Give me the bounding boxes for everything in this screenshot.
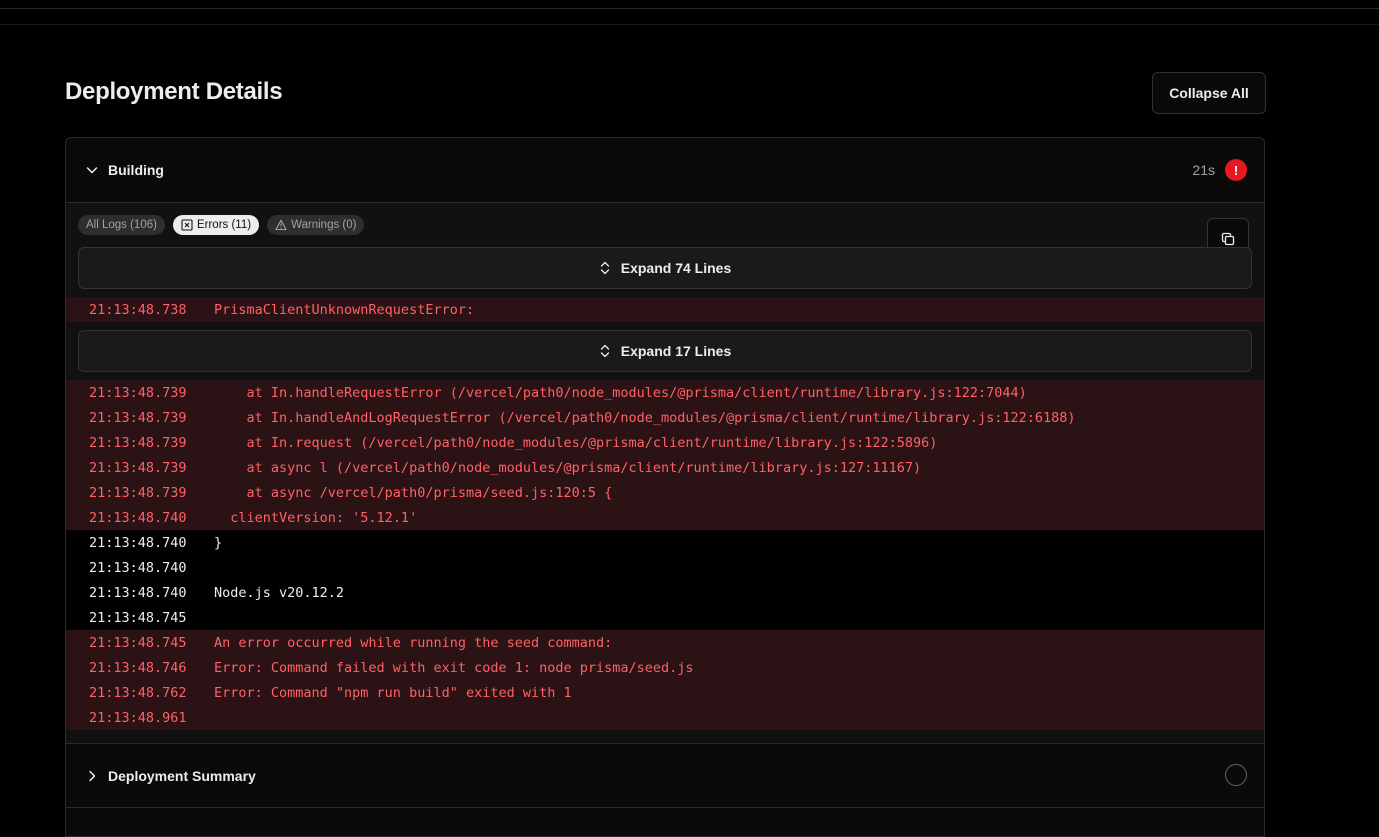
filter-warnings-label: Warnings (0)	[291, 219, 357, 231]
filter-all-logs-label: All Logs (106)	[86, 219, 157, 231]
log-message: at In.handleAndLogRequestError (/vercel/…	[214, 409, 1076, 426]
log-timestamp: 21:13:48.739	[89, 384, 187, 401]
log-line: 21:13:48.740 Node.js v20.12.2	[66, 580, 1264, 605]
log-timestamp: 21:13:48.740	[89, 509, 187, 526]
log-message: clientVersion: '5.12.1'	[214, 509, 418, 526]
copy-icon	[1221, 232, 1235, 246]
building-label: Building	[108, 162, 164, 178]
log-timestamp: 21:13:48.961	[89, 709, 187, 726]
log-message: Node.js v20.12.2	[214, 584, 345, 601]
log-line: 21:13:48.739 at In.handleAndLogRequestEr…	[66, 405, 1264, 430]
log-line: 21:13:48.745	[66, 605, 1264, 630]
log-timestamp: 21:13:48.740	[89, 534, 187, 551]
log-line: 21:13:48.961	[66, 705, 1264, 730]
x-square-icon	[181, 219, 193, 231]
expand-vertical-icon	[600, 344, 609, 358]
log-line: 21:13:48.745 An error occurred while run…	[66, 630, 1264, 655]
filter-errors-label: Errors (11)	[196, 219, 252, 231]
log-message: Error: Command failed with exit code 1: …	[214, 659, 694, 676]
error-status-icon: !	[1225, 159, 1247, 181]
expand-lines-button-mid[interactable]: Expand 17 Lines	[78, 330, 1252, 372]
log-timestamp: 21:13:48.740	[89, 559, 187, 576]
log-line: 21:13:48.739 at async l (/vercel/path0/n…	[66, 455, 1264, 480]
log-line: 21:13:48.746 Error: Command failed with …	[66, 655, 1264, 680]
deployment-summary-header[interactable]: Deployment Summary	[66, 743, 1264, 808]
deployment-details-panel: Building 21s ! All Logs (106) Errors (11…	[65, 137, 1265, 837]
expand-lines-button-top[interactable]: Expand 74 Lines	[78, 247, 1252, 289]
log-timestamp: 21:13:48.739	[89, 459, 187, 476]
warning-triangle-icon	[275, 219, 287, 231]
expand-vertical-icon	[600, 261, 609, 275]
log-timestamp: 21:13:48.739	[89, 434, 187, 451]
log-message: at In.handleRequestError (/vercel/path0/…	[214, 384, 1027, 401]
log-timestamp: 21:13:48.740	[89, 584, 187, 601]
log-message: Error: Command "npm run build" exited wi…	[214, 684, 572, 701]
top-divider-secondary	[0, 24, 1379, 25]
pending-status-icon	[1225, 764, 1247, 786]
build-logs: All Logs (106) Errors (11) Warnings (0)	[66, 203, 1264, 743]
log-line: 21:13:48.738 PrismaClientUnknownRequestE…	[66, 297, 1264, 322]
filter-warnings[interactable]: Warnings (0)	[267, 215, 365, 235]
log-message: }	[214, 534, 223, 551]
log-timestamp: 21:13:48.739	[89, 484, 187, 501]
log-line: 21:13:48.739 at In.request (/vercel/path…	[66, 430, 1264, 455]
log-timestamp: 21:13:48.745	[89, 609, 187, 626]
log-line: 21:13:48.740 }	[66, 530, 1264, 555]
log-timestamp: 21:13:48.746	[89, 659, 187, 676]
log-filters: All Logs (106) Errors (11) Warnings (0)	[78, 215, 365, 235]
log-message: at async /vercel/path0/prisma/seed.js:12…	[214, 484, 613, 501]
chevron-down-icon	[86, 167, 98, 174]
log-line: 21:13:48.739 at async /vercel/path0/pris…	[66, 480, 1264, 505]
log-timestamp: 21:13:48.738	[89, 301, 187, 318]
building-section-header[interactable]: Building 21s !	[66, 138, 1264, 203]
collapse-all-button[interactable]: Collapse All	[1152, 72, 1266, 114]
log-line: 21:13:48.739 at In.handleRequestError (/…	[66, 380, 1264, 405]
log-message: at async l (/vercel/path0/node_modules/@…	[214, 459, 922, 476]
expand-mid-label: Expand 17 Lines	[620, 343, 732, 359]
log-line: 21:13:48.740	[66, 555, 1264, 580]
log-line: 21:13:48.762 Error: Command "npm run bui…	[66, 680, 1264, 705]
log-timestamp: 21:13:48.762	[89, 684, 187, 701]
filter-errors[interactable]: Errors (11)	[172, 215, 260, 235]
log-timestamp: 21:13:48.745	[89, 634, 187, 651]
expand-top-label: Expand 74 Lines	[620, 260, 732, 276]
deployment-summary-label: Deployment Summary	[108, 767, 256, 784]
log-line: 21:13:48.740 clientVersion: '5.12.1'	[66, 505, 1264, 530]
chevron-right-icon	[89, 770, 96, 781]
log-message: at In.request (/vercel/path0/node_module…	[214, 434, 938, 451]
build-duration: 21s	[1192, 162, 1215, 178]
top-divider	[0, 8, 1379, 9]
filter-all-logs[interactable]: All Logs (106)	[78, 215, 165, 235]
page-title: Deployment Details	[65, 78, 283, 105]
log-timestamp: 21:13:48.739	[89, 409, 187, 426]
log-message: PrismaClientUnknownRequestError:	[214, 301, 475, 318]
log-message: An error occurred while running the seed…	[214, 634, 613, 651]
